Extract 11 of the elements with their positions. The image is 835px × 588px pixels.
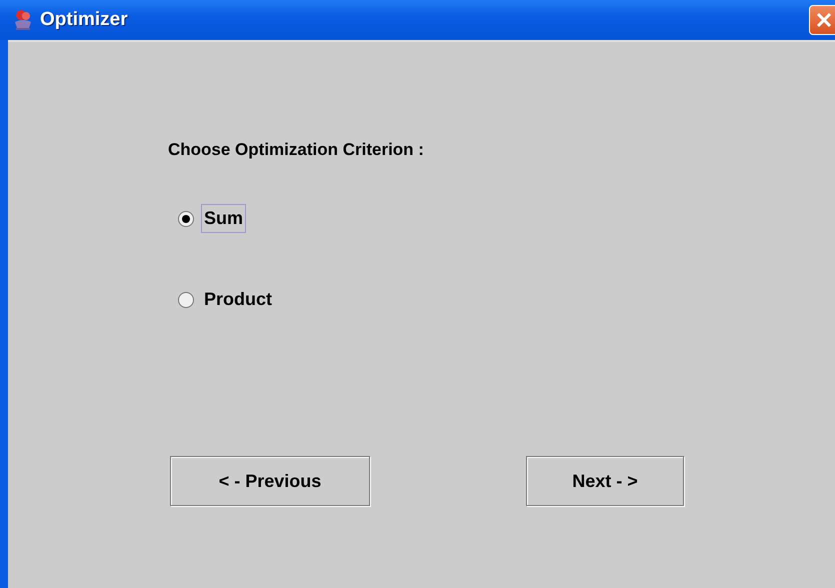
close-button[interactable] bbox=[809, 5, 835, 35]
option-label[interactable]: Sum bbox=[201, 204, 246, 233]
next-button[interactable]: Next - > bbox=[526, 456, 684, 506]
app-icon bbox=[12, 9, 34, 31]
prompt-label: Choose Optimization Criterion : bbox=[168, 140, 424, 160]
radio-button[interactable] bbox=[178, 210, 194, 226]
radio-button[interactable] bbox=[178, 292, 194, 308]
close-icon bbox=[815, 11, 833, 29]
previous-button[interactable]: < - Previous bbox=[170, 456, 370, 506]
window-title: Optimizer bbox=[40, 9, 128, 31]
option-label[interactable]: Product bbox=[201, 285, 276, 314]
